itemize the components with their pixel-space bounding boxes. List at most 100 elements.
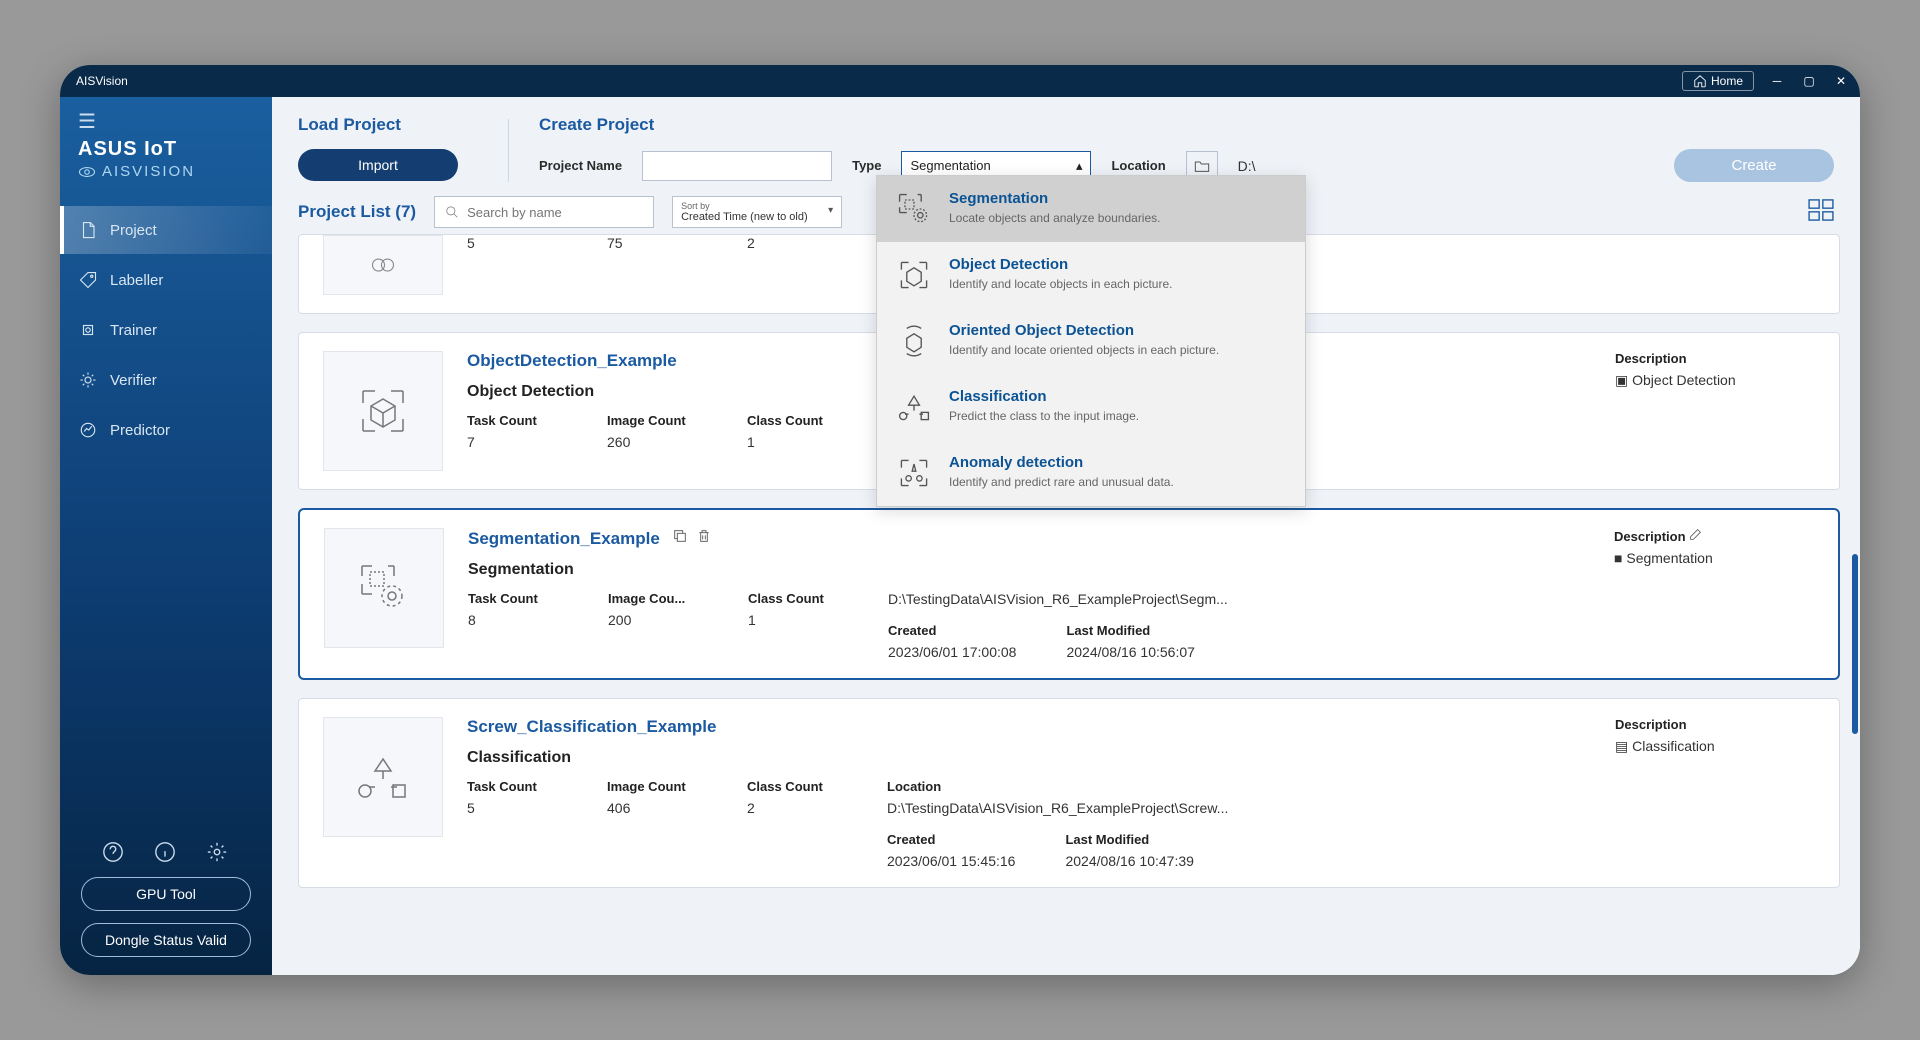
home-label: Home [1711, 74, 1743, 88]
create-project-title: Create Project [539, 115, 1834, 135]
location-value: D:\TestingData\AISVision_R6_ExampleProje… [887, 800, 1228, 816]
project-title: Screw_Classification_Example [467, 717, 716, 737]
project-thumb [323, 351, 443, 471]
description-type: ▤ Classification [1615, 738, 1815, 755]
task-count: 5 [467, 235, 557, 251]
settings-icon[interactable] [206, 841, 230, 865]
project-thumb [323, 717, 443, 837]
option-desc: Identify and predict rare and unusual da… [949, 475, 1174, 489]
option-desc: Identify and locate objects in each pict… [949, 277, 1172, 291]
load-project-title: Load Project [298, 115, 478, 135]
image-count-label: Image Cou... [608, 591, 698, 606]
sidebar-item-verifier[interactable]: Verifier [60, 356, 272, 404]
project-name-input[interactable] [642, 151, 832, 181]
task-count-label: Task Count [468, 591, 558, 606]
sidebar-item-label: Trainer [110, 322, 157, 339]
sidebar-item-label: Verifier [110, 372, 157, 389]
sidebar-item-label: Predictor [110, 422, 170, 439]
maximize-button[interactable]: ▢ [1800, 74, 1818, 88]
create-button[interactable]: Create [1674, 149, 1834, 182]
modified-value: 2024/08/16 10:56:07 [1066, 644, 1194, 660]
type-option-oriented-detection[interactable]: Oriented Object DetectionIdentify and lo… [877, 308, 1305, 374]
project-thumb [324, 528, 444, 648]
option-title: Segmentation [949, 190, 1160, 207]
gpu-tool-button[interactable]: GPU Tool [81, 877, 251, 911]
oriented-detection-icon [895, 322, 933, 360]
task-count: 8 [468, 612, 558, 628]
type-option-segmentation[interactable]: Segmentation Locate objects and analyze b… [877, 176, 1305, 242]
chip-icon [78, 320, 98, 340]
class-count-label: Class Count [747, 779, 837, 794]
task-count-label: Task Count [467, 779, 557, 794]
search-input-wrap[interactable] [434, 196, 654, 228]
option-title: Object Detection [949, 256, 1172, 273]
type-option-object-detection[interactable]: Object Detection Identify and locate obje… [877, 242, 1305, 308]
type-option-anomaly[interactable]: Anomaly detectionIdentify and predict ra… [877, 440, 1305, 506]
close-button[interactable]: ✕ [1832, 74, 1850, 88]
class-count: 2 [747, 800, 837, 816]
class-count: 1 [748, 612, 838, 628]
minimize-button[interactable]: ─ [1768, 74, 1786, 88]
description-label: Description [1615, 717, 1815, 732]
tag-icon [78, 270, 98, 290]
search-icon [445, 205, 459, 219]
option-title: Oriented Object Detection [949, 322, 1219, 339]
project-card[interactable]: Screw_Classification_Example Classificat… [298, 698, 1840, 888]
type-label: Type [852, 158, 881, 173]
class-count-label: Class Count [747, 413, 837, 428]
image-count: 406 [607, 800, 697, 816]
import-button[interactable]: Import [298, 149, 458, 181]
gear-icon [78, 370, 98, 390]
segmentation-icon [895, 190, 933, 228]
class-count: 1 [747, 434, 837, 450]
sidebar: ☰ ASUS IoT AISVISION Project Labeller [60, 97, 272, 975]
sidebar-item-project[interactable]: Project [60, 206, 272, 254]
dongle-status-button[interactable]: Dongle Status Valid [81, 923, 251, 957]
project-name-label: Project Name [539, 158, 622, 173]
project-card-selected[interactable]: Segmentation_Example Segmentation Task C… [298, 508, 1840, 680]
image-count-label: Image Count [607, 779, 697, 794]
type-dropdown: Segmentation Locate objects and analyze b… [876, 175, 1306, 507]
eye-icon [78, 165, 96, 179]
sidebar-item-trainer[interactable]: Trainer [60, 306, 272, 354]
sidebar-item-label: Project [110, 222, 157, 239]
main-content: Load Project Import Create Project Proje… [272, 97, 1860, 975]
type-option-classification[interactable]: ClassificationPredict the class to the i… [877, 374, 1305, 440]
copy-icon[interactable] [672, 528, 688, 549]
chevron-up-icon: ▴ [1076, 158, 1083, 174]
edit-icon[interactable] [1689, 529, 1702, 544]
search-input[interactable] [467, 205, 643, 220]
project-thumb [323, 235, 443, 295]
location-label: Location [887, 779, 1228, 794]
logo-asus: ASUS IoT [78, 138, 254, 161]
sidebar-item-labeller[interactable]: Labeller [60, 256, 272, 304]
sort-label: Sort by [681, 201, 833, 211]
description-type: ■ Segmentation [1614, 550, 1814, 566]
created-value: 2023/06/01 17:00:08 [888, 644, 1016, 660]
location-label: Location [1111, 158, 1165, 173]
image-count: 75 [607, 235, 697, 251]
info-icon[interactable] [154, 841, 178, 865]
scrollbar-thumb[interactable] [1852, 554, 1858, 734]
task-count: 5 [467, 800, 557, 816]
option-desc: Locate objects and analyze boundaries. [949, 211, 1160, 225]
view-toggle-icon[interactable] [1808, 199, 1834, 226]
anomaly-icon [895, 454, 933, 492]
logo-aisvision: AISVISION [78, 163, 254, 180]
delete-icon[interactable] [696, 528, 712, 549]
created-value: 2023/06/01 15:45:16 [887, 853, 1015, 869]
classification-icon [895, 388, 933, 426]
class-count-label: Class Count [748, 591, 838, 606]
image-count: 260 [607, 434, 697, 450]
sort-select[interactable]: Sort by Created Time (new to old) [672, 196, 842, 228]
image-count: 200 [608, 612, 698, 628]
help-icon[interactable] [102, 841, 126, 865]
created-label: Created [888, 623, 1016, 638]
sidebar-item-predictor[interactable]: Predictor [60, 406, 272, 454]
location-value: D:\TestingData\AISVision_R6_ExampleProje… [888, 591, 1228, 607]
hamburger-icon[interactable]: ☰ [78, 109, 254, 134]
modified-label: Last Modified [1066, 623, 1194, 638]
object-detection-icon [895, 256, 933, 294]
project-subtitle: Classification [467, 749, 1591, 767]
home-button[interactable]: Home [1682, 71, 1754, 91]
